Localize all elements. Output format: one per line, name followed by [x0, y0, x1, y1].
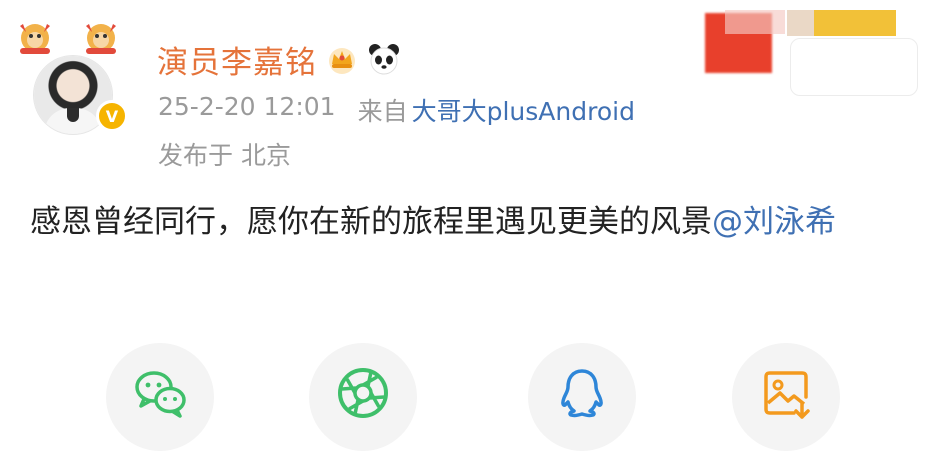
source-prefix: 来自 [357, 97, 408, 126]
post-text: 感恩曾经同行，愿你在新的旅程里遇见更美的风景 [30, 204, 712, 240]
post-source: 来自 大哥大plusAndroid [358, 92, 635, 128]
author-name[interactable]: 演员李嘉铭 [157, 37, 317, 82]
redacted-follow-button [790, 38, 918, 96]
share-bar [0, 343, 948, 451]
mosaic-redaction [725, 10, 785, 34]
avatar-area[interactable]: V [14, 14, 136, 134]
verified-badge-icon: V [96, 100, 128, 132]
mosaic-redaction [814, 10, 896, 36]
avatar-collar [67, 108, 79, 122]
panda-icon [369, 44, 399, 75]
ox-decoration-icon [86, 24, 116, 54]
source-client-link[interactable]: 大哥大plusAndroid [412, 97, 635, 126]
save-image-icon [764, 371, 810, 419]
post-meta: 25-2-20 12:01 来自 大哥大plusAndroid [158, 92, 635, 128]
mention-link[interactable]: @刘泳希 [712, 204, 836, 240]
post-location: 发布于 北京 [158, 141, 291, 170]
wechat-icon [135, 371, 186, 418]
post-timestamp: 25-2-20 12:01 [158, 92, 336, 121]
share-wechat-button[interactable] [106, 343, 214, 451]
post-body: 感恩曾经同行，愿你在新的旅程里遇见更美的风景@刘泳希 [30, 196, 928, 248]
save-image-button[interactable] [732, 343, 840, 451]
moments-icon [338, 368, 388, 418]
author-row: 演员李嘉铭 [157, 37, 401, 82]
qq-icon [561, 369, 603, 418]
ox-decoration-icon [20, 24, 50, 54]
share-moments-button[interactable] [309, 343, 417, 451]
share-qq-button[interactable] [528, 343, 636, 451]
crown-icon [329, 48, 355, 74]
